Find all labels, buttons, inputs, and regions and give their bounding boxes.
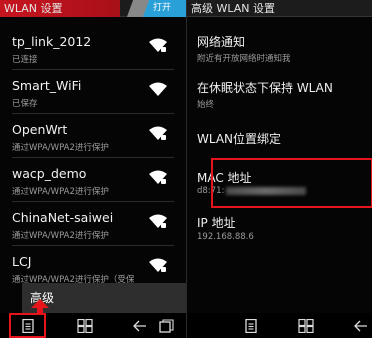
setting-subtitle: 附近有开放网络时通知我	[197, 54, 291, 64]
wifi-network-item[interactable]: ChinaNet-saiwei 通过WPA/WPA2进行保护	[0, 202, 186, 246]
home-icon[interactable]	[298, 319, 314, 333]
network-notification-setting[interactable]: 网络通知 附近有开放网络时通知我	[187, 26, 372, 70]
highlight-mac-address	[211, 158, 372, 208]
network-name: LCJ	[12, 254, 32, 269]
network-name: OpenWrt	[12, 122, 68, 137]
recents-icon[interactable]	[158, 319, 174, 333]
home-icon[interactable]	[77, 319, 93, 333]
setting-title: 网络通知	[197, 35, 246, 49]
navigation-bar	[187, 313, 372, 338]
network-status: 通过WPA/WPA2进行保护	[12, 231, 109, 241]
title-bar: 高级 WLAN 设置	[187, 0, 372, 17]
network-name: wacp_demo	[12, 166, 87, 181]
setting-title: 在休眠状态下保持 WLAN	[197, 81, 333, 95]
ip-address-setting: IP 地址 192.168.88.6	[187, 208, 372, 248]
wifi-signal-icon	[149, 214, 167, 228]
network-status: 已连接	[12, 55, 38, 65]
network-name: tp_link_2012	[12, 34, 92, 49]
arrow-up-icon	[31, 299, 49, 315]
page-title: 高级 WLAN 设置	[191, 2, 276, 15]
network-status: 通过WPA/WPA2进行保护	[12, 143, 109, 153]
wifi-network-item[interactable]: OpenWrt 通过WPA/WPA2进行保护	[0, 114, 186, 158]
wlan-toggle[interactable]: 打开	[126, 0, 186, 17]
setting-subtitle: 192.168.88.6	[197, 232, 254, 242]
back-icon[interactable]	[353, 319, 369, 333]
wifi-network-item[interactable]: wacp_demo 通过WPA/WPA2进行保护	[0, 158, 186, 202]
wifi-network-item[interactable]: tp_link_2012 已连接	[0, 26, 186, 70]
setting-subtitle: 始终	[197, 100, 215, 110]
network-name: Smart_WiFi	[12, 78, 82, 93]
back-icon[interactable]	[132, 319, 148, 333]
advanced-wlan-screen: 高级 WLAN 设置 网络通知 附近有开放网络时通知我 在休眠状态下保持 WLA…	[186, 0, 372, 338]
wifi-signal-icon	[149, 170, 167, 184]
network-name: ChinaNet-saiwei	[12, 210, 114, 225]
menu-icon[interactable]	[243, 319, 259, 333]
page-title: WLAN 设置	[4, 2, 63, 15]
keep-wlan-on-sleep-setting[interactable]: 在休眠状态下保持 WLAN 始终	[187, 72, 372, 116]
wifi-signal-icon	[149, 82, 167, 96]
wlan-settings-screen: WLAN 设置 打开 tp_link_2012 已连接 Smart_WiFi 已…	[0, 0, 186, 338]
network-status: 通过WPA/WPA2进行保护	[12, 187, 109, 197]
network-status: 已保存	[12, 99, 38, 109]
wifi-signal-icon	[149, 258, 167, 272]
wifi-network-item[interactable]: Smart_WiFi 已保存	[0, 70, 186, 114]
title-bar: WLAN 设置 打开	[0, 0, 186, 17]
toggle-label: 打开	[152, 3, 171, 13]
toggle-knob	[126, 0, 150, 17]
setting-title: IP 地址	[197, 216, 236, 230]
wifi-signal-icon	[149, 126, 167, 140]
wifi-signal-icon	[149, 38, 167, 52]
setting-title: WLAN位置绑定	[197, 132, 282, 146]
wlan-location-binding-setting[interactable]: WLAN位置绑定	[187, 122, 372, 152]
highlight-menu-button	[9, 313, 46, 338]
